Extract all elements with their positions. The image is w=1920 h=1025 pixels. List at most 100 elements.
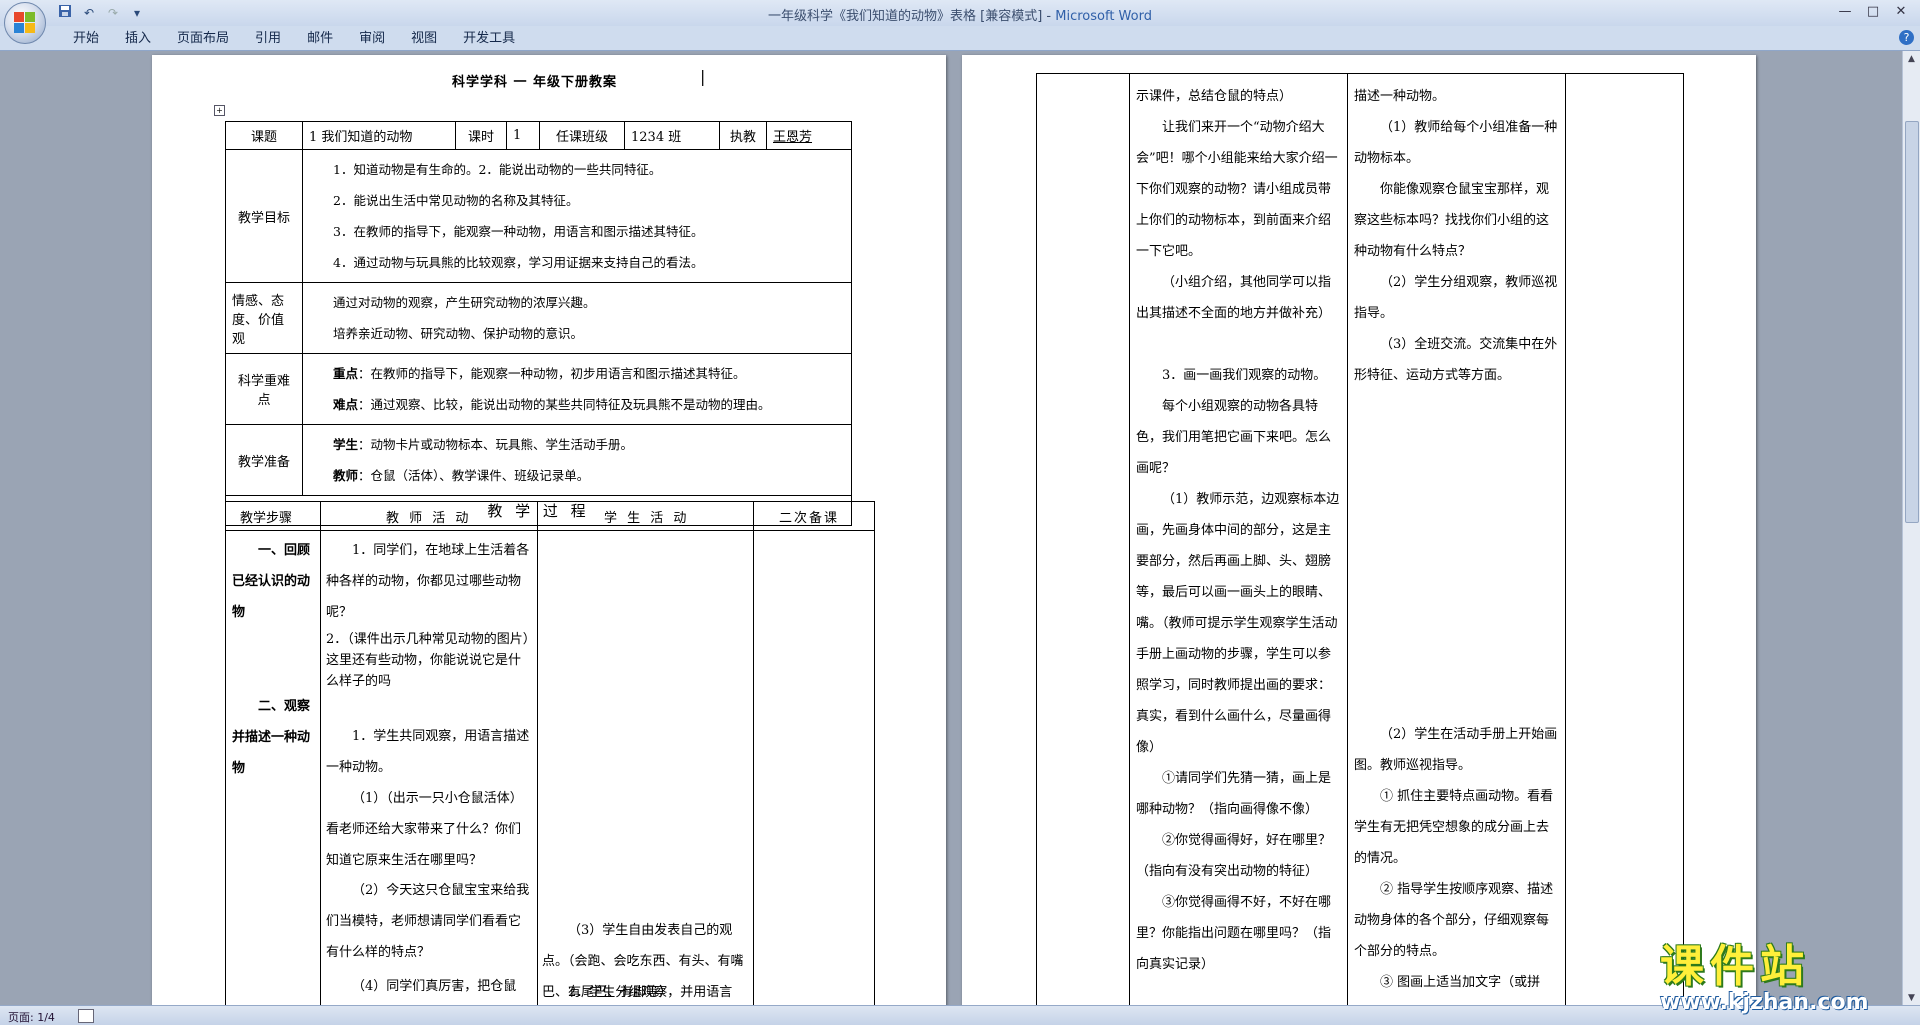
topic-value: 1 我们知道的动物 (302, 121, 456, 150)
prep-teacher-line: 教师：仓鼠（活体）、教学课件、班级记录单。 (333, 460, 821, 491)
window-title: 一年级科学《我们知道的动物》表格 [兼容模式] - Microsoft Word (0, 5, 1920, 24)
teacher-activity-2: 2．（课件出示几种常见动物的图片）这里还有些动物，你能说说它是什么样子的吗 (326, 632, 530, 689)
tab-references[interactable]: 引用 (242, 29, 294, 49)
site-watermark: 课件站 www.kjzhan.com (1660, 930, 1869, 1015)
window-controls: — □ ✕ (1832, 2, 1914, 22)
student-activity-11: ③ 图画上适当加文字（或拼 (1380, 975, 1541, 990)
col-header-notes: 二次备课 (779, 511, 840, 526)
office-button[interactable] (4, 2, 46, 44)
key-focus-line: 重点：在教师的指导下，能观察一种动物，初步用语言和图示描述其特征。 (333, 358, 821, 389)
teacher-activity-1: 1．同学们，在地球上生活着各种各样的动物，你都见过哪些动物呢？ (326, 543, 530, 620)
tab-developer[interactable]: 开发工具 (450, 29, 528, 49)
topic-label: 课题 (225, 121, 303, 150)
close-button[interactable]: ✕ (1888, 2, 1914, 22)
tab-view[interactable]: 视图 (398, 29, 450, 49)
column-divider (1129, 73, 1130, 1006)
hours-label: 课时 (455, 121, 507, 150)
key-focus-label: 重点 (333, 366, 359, 381)
document-page-2[interactable]: 示课件，总结仓鼠的特点） 让我们来开一个“动物介绍大会”吧！哪个小组能来给大家介… (962, 55, 1756, 1006)
ribbon-tab-bar: 开始 插入 页面布局 引用 邮件 审阅 视图 开发工具 ? (0, 26, 1920, 51)
teacher-activity-9: （小组介绍，其他同学可以指出其描述不全面的地方并做补充） (1136, 275, 1332, 321)
prep-student-text: ：动物卡片或动物标本、玩具熊、学生活动手册。 (358, 437, 634, 452)
goal-item: 1．知道动物是有生命的。2．能说出动物的一些共同特征。 (333, 162, 662, 177)
goals-cell: 1．知道动物是有生命的。2．能说出动物的一些共同特征。 2．能说出生活中常见动物… (302, 149, 852, 283)
status-bar: 页面: 1/4 (0, 1005, 1920, 1025)
class-label: 任课班级 (539, 121, 625, 150)
student-activity-5: 你能像观察仓鼠宝宝那样，观察这些标本吗？找找你们小组的这种动物有什么特点？ (1354, 182, 1550, 259)
student-activity-7: （3）全班交流。交流集中在外形特征、运动方式等方面。 (1354, 337, 1558, 383)
goal-item: 2．能说出生活中常见动物的名称及其特征。 (333, 193, 579, 208)
col-header-student: 学 生 活 动 (604, 511, 690, 526)
column-divider (320, 501, 321, 1006)
tab-home[interactable]: 开始 (60, 29, 112, 49)
document-title: 一年级科学《我们知道的动物》表格 [兼容模式] - (768, 9, 1056, 24)
column-divider (1565, 73, 1566, 1006)
prep-cell: 学生：动物卡片或动物标本、玩具熊、学生活动手册。 教师：仓鼠（活体）、教学课件、… (302, 424, 852, 496)
vertical-scrollbar[interactable]: ▲ ▼ (1902, 51, 1920, 1006)
step-2: 二、观察并描述一种动物 (232, 699, 311, 776)
tab-page-layout[interactable]: 页面布局 (164, 29, 242, 49)
student-activity-10: ② 指导学生按顺序观察、描述动物身体的各个部分，仔细观察每个部分的特点。 (1354, 882, 1554, 959)
step-1: 一、回顾已经认识的动物 (232, 543, 311, 620)
prep-student-label: 学生 (333, 437, 359, 452)
key-hard-text: ：通过观察、比较，能说出动物的某些共同特征及玩具熊不是动物的理由。 (358, 397, 771, 412)
class-value: 1234 班 (624, 121, 720, 150)
scrollbar-thumb[interactable] (1905, 121, 1919, 523)
teacher-activity-8: 让我们来开一个“动物介绍大会”吧！哪个小组能来给大家介绍一下你们观察的动物？请小… (1136, 120, 1338, 259)
attitude-item: 通过对动物的观察，产生研究动物的浓厚兴趣。 (333, 295, 596, 310)
student-activity-9: ① 抓住主要特点画动物。看看学生有无把凭空想象的成分画上去的情况。 (1354, 789, 1554, 866)
scroll-up-icon[interactable]: ▲ (1903, 51, 1920, 67)
col-header-teacher: 教 师 活 动 (386, 511, 472, 526)
teacher-activity-4: （1）（出示一只小仓鼠活体）看老师还给大家带来了什么？你们知道它原来生活在哪里吗… (326, 791, 523, 868)
process-table: 教学步骤 教 师 活 动 学 生 活 动 二次备课 一、回顾已经认识的动物 二、… (225, 501, 875, 1006)
process-header-row (226, 501, 874, 531)
scroll-down-icon[interactable]: ▼ (1903, 990, 1920, 1006)
teacher-activity-6: （4）同学们真厉害，把仓鼠 (352, 979, 517, 994)
watermark-url: www.kjzhan.com (1660, 990, 1869, 1015)
student-activity-8: （2）学生在活动手册上开始画图。教师巡视指导。 (1354, 727, 1558, 773)
key-points-label: 科学重难点 (225, 353, 303, 425)
office-logo-icon (14, 12, 36, 34)
proofing-icon[interactable] (78, 1009, 94, 1023)
key-focus-text: ：在教师的指导下，能观察一种动物，初步用语言和图示描述其特征。 (358, 366, 746, 381)
maximize-button[interactable]: □ (1860, 2, 1886, 22)
app-name: Microsoft Word (1055, 9, 1152, 24)
prep-label: 教学准备 (225, 424, 303, 496)
teacher-label: 执教 (719, 121, 767, 150)
teacher-activity-5: （2）今天这只仓鼠宝宝来给我们当模特，老师想请同学们看看它有什么样的特点？ (326, 883, 530, 960)
key-hard-line: 难点：通过观察、比较，能说出动物的某些共同特征及玩具熊不是动物的理由。 (333, 389, 821, 420)
prep-teacher-text: ：仓鼠（活体）、教学课件、班级记录单。 (358, 468, 590, 483)
document-page-1[interactable]: 科学学科 一 年级下册教案 | + 课题 1 我们知道的动物 课时 1 任课班级… (152, 55, 946, 1006)
teacher-activity-12: （1）教师示范，边观察标本边画，先画身体中间的部分，这是主要部分，然后再画上脚、… (1136, 492, 1340, 755)
lesson-plan-table: 课题 1 我们知道的动物 课时 1 任课班级 1234 班 执教 王恩芳 教学目… (225, 121, 852, 526)
help-icon[interactable]: ? (1899, 30, 1914, 45)
key-points-cell: 重点：在教师的指导下，能观察一种动物，初步用语言和图示描述其特征。 难点：通过观… (302, 353, 852, 425)
table-move-handle-icon[interactable]: + (214, 105, 225, 116)
teacher-value: 王恩芳 (766, 121, 852, 150)
prep-teacher-label: 教师 (333, 468, 359, 483)
goal-item: 3．在教师的指导下，能观察一种动物，用语言和图示描述其特征。 (333, 224, 704, 239)
attitude-item: 培养亲近动物、研究动物、保护动物的意识。 (333, 326, 584, 341)
student-activity-3: 描述一种动物。 (1354, 89, 1446, 104)
teacher-activity-15: ③你觉得画得不好，不好在哪里？你能指出问题在哪里吗？（指向真实记录） (1136, 895, 1332, 972)
teacher-activity-7: 示课件，总结仓鼠的特点） (1136, 89, 1293, 104)
tab-insert[interactable]: 插入 (112, 29, 164, 49)
col-header-steps: 教学步骤 (240, 511, 293, 526)
tab-review[interactable]: 审阅 (346, 29, 398, 49)
teacher-activity-14: ②你觉得画得好，好在哪里？（指向有没有突出动物的特征） (1136, 833, 1332, 879)
text-cursor: | (700, 67, 706, 86)
page-indicator[interactable]: 页面: 1/4 (8, 1009, 55, 1025)
attitude-cell: 通过对动物的观察，产生研究动物的浓厚兴趣。 培养亲近动物、研究动物、保护动物的意… (302, 282, 852, 354)
minimize-button[interactable]: — (1832, 2, 1858, 22)
teacher-activity-3: 1．学生共同观察，用语言描述一种动物。 (326, 729, 530, 775)
tab-mailings[interactable]: 邮件 (294, 29, 346, 49)
column-divider (537, 501, 538, 1006)
hours-value: 1 (506, 121, 540, 150)
teacher-activity-11: 每个小组观察的动物各具特色，我们用笔把它画下来吧。怎么画呢？ (1136, 399, 1332, 476)
column-divider (1347, 73, 1348, 1006)
column-divider (753, 501, 754, 1006)
key-hard-label: 难点 (333, 397, 359, 412)
teacher-activity-13: ①请同学们先猜一猜，画上是哪种动物？（指向画得像不像） (1136, 771, 1332, 817)
prep-student-line: 学生：动物卡片或动物标本、玩具熊、学生活动手册。 (333, 429, 821, 460)
lesson-heading: 科学学科 一 年级下册教案 (452, 75, 618, 90)
